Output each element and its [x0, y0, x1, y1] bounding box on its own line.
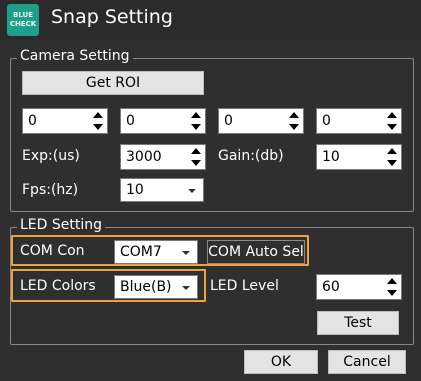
ok-button[interactable]: OK — [244, 350, 318, 374]
exp-spinbox[interactable]: 3000 — [120, 144, 206, 170]
chevron-down-icon — [182, 251, 190, 255]
com-con-label: COM Con — [20, 243, 85, 259]
led-level-value: 60 — [322, 279, 340, 295]
gain-value: 10 — [322, 149, 340, 165]
fps-dropdown[interactable]: 10 — [120, 178, 204, 202]
roi-width-value: 0 — [224, 113, 233, 129]
exp-value: 3000 — [126, 149, 162, 165]
led-colors-dropdown[interactable]: Blue(B) — [114, 275, 198, 299]
fps-label: Fps:(hz) — [22, 182, 79, 198]
roi-y-value: 0 — [126, 113, 135, 129]
fps-value: 10 — [126, 182, 144, 198]
spin-arrows-icon[interactable] — [191, 112, 201, 130]
get-roi-button[interactable]: Get ROI — [22, 71, 204, 95]
title-bar: BLUE CHECK Snap Setting — [0, 0, 421, 40]
gain-spinbox[interactable]: 10 — [316, 144, 402, 170]
spin-arrows-icon[interactable] — [387, 278, 397, 296]
app-logo-icon: BLUE CHECK — [7, 4, 39, 36]
led-level-label: LED Level — [210, 278, 279, 294]
roi-height-value: 0 — [322, 113, 331, 129]
com-auto-sel-button[interactable]: COM Auto Sel — [207, 240, 305, 264]
spin-arrows-icon[interactable] — [387, 148, 397, 166]
roi-y-spinbox[interactable]: 0 — [120, 108, 206, 134]
com-port-value: COM7 — [120, 244, 162, 260]
spin-arrows-icon[interactable] — [93, 112, 103, 130]
cancel-button[interactable]: Cancel — [328, 350, 406, 374]
roi-width-spinbox[interactable]: 0 — [218, 108, 304, 134]
spin-arrows-icon[interactable] — [387, 112, 397, 130]
roi-x-value: 0 — [28, 113, 37, 129]
com-port-dropdown[interactable]: COM7 — [114, 240, 198, 264]
roi-height-spinbox[interactable]: 0 — [316, 108, 402, 134]
led-colors-value: Blue(B) — [120, 279, 172, 295]
gain-label: Gain:(db) — [218, 148, 284, 164]
chevron-down-icon — [182, 286, 190, 290]
spin-arrows-icon[interactable] — [191, 148, 201, 166]
roi-x-spinbox[interactable]: 0 — [22, 108, 108, 134]
chevron-down-icon — [188, 189, 196, 193]
test-button[interactable]: Test — [317, 311, 399, 335]
spin-arrows-icon[interactable] — [289, 112, 299, 130]
window-title: Snap Setting — [51, 6, 173, 28]
led-colors-label: LED Colors — [20, 278, 96, 294]
camera-setting-title: Camera Setting — [17, 48, 133, 64]
led-level-spinbox[interactable]: 60 — [316, 274, 402, 300]
led-setting-title: LED Setting — [17, 217, 106, 233]
exp-label: Exp:(us) — [22, 148, 80, 164]
